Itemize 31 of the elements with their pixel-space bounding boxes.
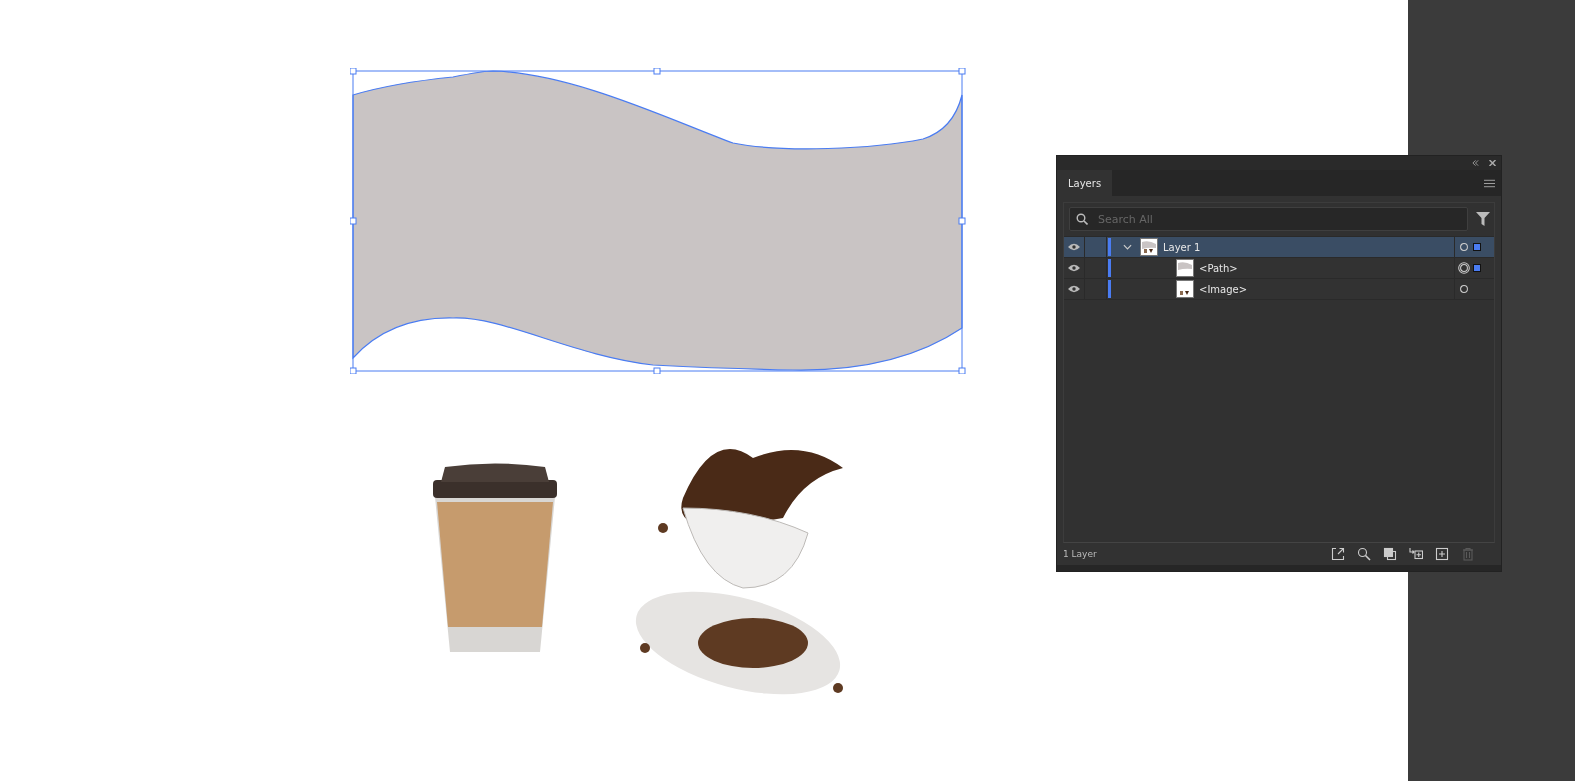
sublayer-icon[interactable] xyxy=(1409,547,1423,561)
menu-icon[interactable] xyxy=(1484,178,1495,188)
selection-indicator[interactable] xyxy=(1473,243,1481,251)
layer-name: <Path> xyxy=(1199,262,1238,274)
eye-icon[interactable] xyxy=(1068,243,1080,251)
eye-icon[interactable] xyxy=(1068,264,1080,272)
target-icon[interactable] xyxy=(1458,283,1470,295)
export-icon[interactable] xyxy=(1331,547,1345,561)
search-icon xyxy=(1076,213,1088,225)
search-field[interactable]: Search All xyxy=(1069,207,1468,231)
thumbnail-icon xyxy=(1176,280,1194,298)
chevron-icon[interactable] xyxy=(1123,244,1132,250)
new-icon[interactable] xyxy=(1435,547,1449,561)
thumbnail-icon xyxy=(1140,238,1158,256)
collapse-icon[interactable] xyxy=(1472,160,1479,166)
filter-icon[interactable] xyxy=(1476,212,1490,226)
eye-icon[interactable] xyxy=(1068,285,1080,293)
mask-icon[interactable] xyxy=(1383,547,1397,561)
close-icon[interactable] xyxy=(1489,160,1496,166)
layer-row[interactable]: Layer 1 xyxy=(1064,237,1494,258)
layer-name: <Image> xyxy=(1199,283,1248,295)
target-icon[interactable] xyxy=(1458,262,1470,274)
layers-tab[interactable]: Layers xyxy=(1057,170,1113,196)
locate-icon[interactable] xyxy=(1357,547,1371,561)
thumbnail-icon xyxy=(1176,259,1194,277)
layer-row[interactable]: <Image> xyxy=(1064,279,1494,300)
target-icon[interactable] xyxy=(1458,241,1470,253)
selection-indicator[interactable] xyxy=(1473,264,1481,272)
layer-row[interactable]: <Path> xyxy=(1064,258,1494,279)
layer-name: Layer 1 xyxy=(1163,241,1201,253)
layer-count: 1 Layer xyxy=(1063,549,1097,559)
